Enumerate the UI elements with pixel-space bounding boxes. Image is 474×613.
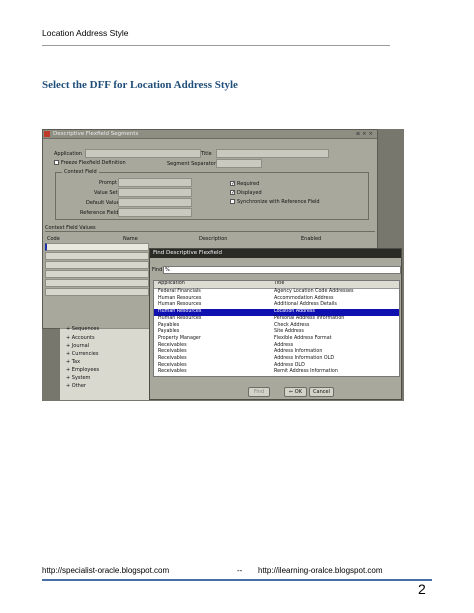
flexfield-list-row[interactable]: Federal Financials Agency Location Code A… [154,289,399,296]
page-header: Location Address Style [42,28,129,38]
segment-separator-field[interactable] [216,159,262,168]
displayed-label: Displayed [237,190,262,196]
context-value-row[interactable] [45,279,149,287]
title-column-header: Title [274,281,285,286]
context-value-row[interactable] [45,270,149,278]
application-label: Application [54,151,82,157]
enabled-column-header: Enabled [301,236,322,242]
row-title: Flexible Address Format [274,335,332,341]
section-heading: Select the DFF for Location Address Styl… [42,79,238,91]
row-application: Human Resources [158,315,202,321]
page-number: 2 [418,581,426,597]
navigator-tree: + Sequences + Accounts + Journal + Curre… [60,326,160,400]
window-controls[interactable]: ≤ × × [356,130,373,139]
reference-field[interactable] [118,208,192,217]
nav-item-sequences[interactable]: + Sequences [66,326,99,332]
value-set-label: Value Set [94,190,118,196]
nav-item-system[interactable]: + System [66,375,90,381]
oracle-app-icon [44,131,50,137]
application-column-header: Application [158,281,185,286]
nav-item-currencies[interactable]: + Currencies [66,351,98,357]
row-title: Location Address [274,309,315,315]
context-field-group: Context Field Prompt Value Set Default V… [55,169,369,220]
row-application: Property Manager [158,335,201,341]
context-value-row[interactable] [45,243,149,251]
default-value-label: Default Value [86,200,120,206]
context-value-row[interactable] [45,288,149,296]
footer-left-link[interactable]: http://specialist-oracle.blogspot.com [42,566,169,575]
synchronize-label: Synchronize with Reference Field [237,199,320,205]
context-value-row[interactable] [45,261,149,269]
context-field-values-rule [45,231,375,232]
row-application: Receivables [158,369,187,375]
prompt-field[interactable] [118,178,192,187]
row-title: Personal Address Information [274,315,345,321]
row-application: Human Resources [158,309,202,315]
code-column-header: Code [47,236,60,242]
required-label: Required [237,181,260,187]
nav-item-accounts[interactable]: + Accounts [66,335,95,341]
find-dialog-title: Find Descriptive Flexfield [153,250,222,256]
nav-item-tax[interactable]: + Tax [66,359,80,365]
find-button[interactable]: Find [248,387,270,397]
row-title: Remit Address Information [274,369,338,375]
prompt-label: Prompt [99,180,117,186]
find-input[interactable]: % [163,266,401,274]
flexfield-list-row[interactable]: Receivables Address Information [154,349,399,356]
header-rule [42,45,390,46]
find-dialog-titlebar: Find Descriptive Flexfield [150,249,401,258]
cancel-button[interactable]: Cancel [309,387,334,397]
flexfield-list-row[interactable]: Receivables Address Information OLD [154,356,399,363]
flexfield-list-row[interactable]: Receivables Remit Address Information [154,369,399,376]
window-title: Descriptive Flexfield Segments [53,131,139,137]
window-titlebar: Descriptive Flexfield Segments ≤ × × [43,130,377,139]
footer-right-link[interactable]: http://ilearning-oralce.blogspot.com [258,566,383,575]
description-column-header: Description [199,236,228,242]
nav-item-other[interactable]: + Other [66,383,86,389]
application-field[interactable] [85,149,201,158]
row-application: Payables [158,329,180,335]
name-column-header: Name [123,236,138,242]
row-application: Federal Financials [158,289,201,294]
row-title: Address Information OLD [274,356,335,361]
row-title: Address Information [274,349,323,355]
synchronize-checkbox[interactable] [230,199,235,204]
row-application: Receivables [158,356,187,361]
flexfield-list-row[interactable]: Human Resources Personal Address Informat… [154,316,399,323]
row-title: Agency Location Code Addresses [274,289,354,294]
displayed-checkbox[interactable]: ✓ [230,190,235,196]
flexfield-list-row[interactable]: Payables Site Address [154,329,399,336]
list-header: Application Title [154,281,399,289]
row-application: Receivables [158,349,187,355]
find-descriptive-flexfield-dialog: Find Descriptive Flexfield Find % Applic… [149,248,402,400]
row-title: Site Address [274,329,304,335]
nav-item-journal[interactable]: + Journal [66,343,89,349]
segment-separator-label: Segment Separator [167,161,216,167]
default-value-field[interactable] [118,198,192,207]
freeze-label: Freeze Flexfield Definition [61,160,126,166]
oracle-forms-screenshot: Descriptive Flexfield Segments ≤ × × App… [42,129,404,401]
flexfield-list-row[interactable]: Property Manager Flexible Address Format [154,336,399,343]
ok-button[interactable]: ⇐ OK [284,387,307,397]
reference-field-label: Reference Field [80,210,119,216]
value-set-field[interactable] [118,188,192,197]
flexfield-list-row[interactable]: Human Resources Location Address [154,309,399,316]
nav-item-employees[interactable]: + Employees [66,367,99,373]
flexfield-list: Application Title Federal Financials Agen… [153,280,400,377]
title-label: Title [201,151,212,157]
title-field[interactable] [216,149,329,158]
find-label: Find [152,267,163,273]
footer-rule [42,579,432,581]
freeze-checkbox[interactable] [54,160,59,165]
context-value-row[interactable] [45,252,149,260]
required-checkbox[interactable]: ✓ [230,181,235,187]
context-field-legend: Context Field [62,169,99,175]
footer-separator: -- [237,566,243,575]
